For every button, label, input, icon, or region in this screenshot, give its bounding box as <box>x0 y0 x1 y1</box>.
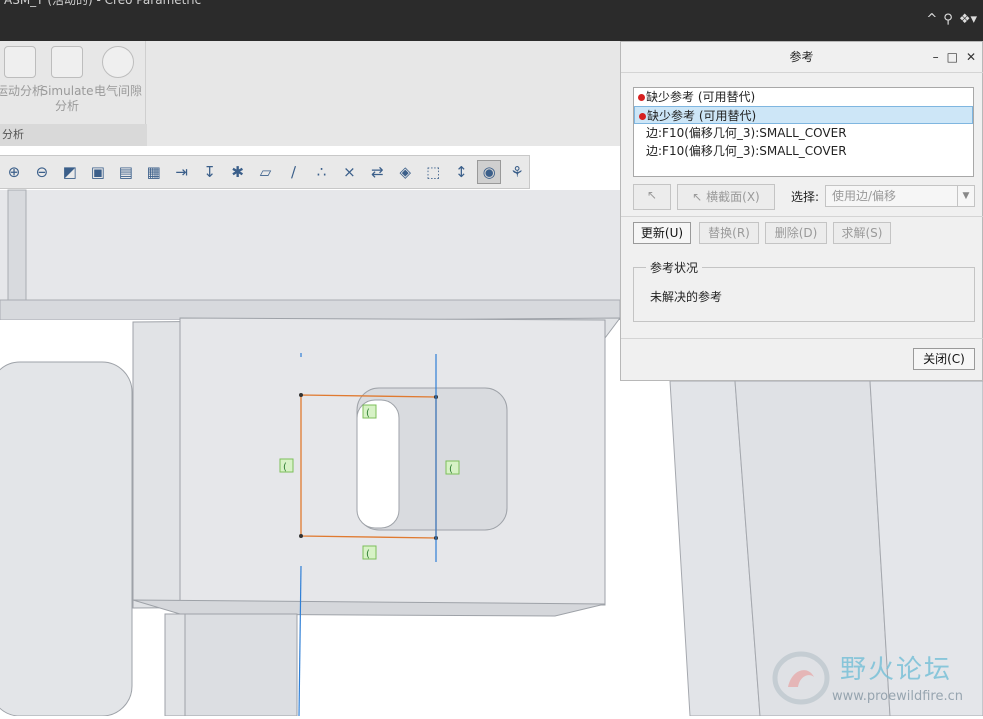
perspective-icon[interactable]: ⬚ <box>421 160 445 184</box>
footer-divider <box>621 338 983 339</box>
saved-views-icon[interactable]: ▤ <box>114 160 138 184</box>
gear-icon <box>4 46 36 78</box>
chevron-down-icon: ▼ <box>957 186 974 206</box>
constraint-marker: ( <box>279 458 294 473</box>
ribbon-label-electric-clearance: 电气间隙 <box>93 84 142 98</box>
sketch-display-icon[interactable]: ⚘ <box>505 160 529 184</box>
search-icon[interactable]: ⚲ <box>943 12 953 27</box>
select-label: 选择: <box>791 190 820 204</box>
close-icon[interactable]: ✕ <box>966 42 976 72</box>
collapse-ribbon-icon[interactable]: ^ <box>926 12 937 27</box>
point-display-icon[interactable]: ∴ <box>309 160 333 184</box>
datum-display-icon[interactable]: ✱ <box>226 160 250 184</box>
housing-top-surface <box>0 190 620 302</box>
list-item[interactable]: 边:F10(偏移几何_3):SMALL_COVER <box>634 124 973 142</box>
appearance-icon[interactable]: ⇥ <box>170 160 194 184</box>
status-group-label: 参考状况 <box>646 259 703 276</box>
electric-clearance-icon <box>102 46 134 78</box>
svg-text:(: ( <box>283 462 287 473</box>
header-divider <box>621 72 983 73</box>
axis-display-icon[interactable]: ∕ <box>282 160 306 184</box>
minimize-icon[interactable]: – <box>933 42 939 72</box>
window-title: ASM_T (活动的) - Creo Parametric <box>4 0 202 7</box>
constraint-marker: ( <box>362 404 377 419</box>
flame-logo-icon <box>772 651 830 705</box>
stand-leg <box>164 613 186 717</box>
sketch-vertex <box>299 534 303 538</box>
list-item-text: 缺少参考 (可用替代) <box>646 90 756 104</box>
constraint-marker: ( <box>362 545 377 560</box>
spin-center-icon[interactable]: ↧ <box>198 160 222 184</box>
view-orient-icon[interactable]: ▣ <box>86 160 110 184</box>
close-button[interactable]: 关闭(C) <box>913 348 975 370</box>
title-bar: ASM_T (活动的) - Creo Parametric ^ ⚲ ❖▾ <box>0 0 983 41</box>
watermark-title: 野火论坛 <box>840 655 953 685</box>
list-item-text: 边:F10(偏移几何_3):SMALL_COVER <box>646 126 847 140</box>
reference-display-icon[interactable]: ◉ <box>477 160 502 184</box>
cross-section-label: 横截面(X) <box>706 190 760 204</box>
slot-hole <box>356 399 400 529</box>
missing-reference-icon <box>638 94 645 101</box>
title-bar-controls: ^ ⚲ ❖▾ <box>926 12 977 27</box>
dimension-display-icon[interactable]: ↕ <box>449 160 473 184</box>
display-style-icon[interactable]: ▦ <box>142 160 166 184</box>
list-item[interactable]: 缺少参考 (可用替代) <box>634 88 973 106</box>
list-item-text: 边:F10(偏移几何_3):SMALL_COVER <box>646 144 847 158</box>
csys-display-icon[interactable]: ⨯ <box>337 160 361 184</box>
status-text: 未解决的参考 <box>650 290 723 304</box>
simulate-icon <box>51 46 83 78</box>
graphics-toolbar: ⊕ ⊖ ◩ ▣ ▤ ▦ ⇥ ↧ ✱ ▱ ∕ ∴ ⨯ ⇄ ◈ ⬚ ↕ ◉ ⚘ <box>0 155 530 189</box>
stand-block <box>184 613 298 717</box>
refit-icon[interactable]: ◩ <box>58 160 82 184</box>
cross-section-button[interactable]: ↖ 横截面(X) <box>677 184 775 210</box>
cursor-arrow-icon: ↖ <box>692 190 703 204</box>
constraint-marker: ( <box>445 460 460 475</box>
ribbon-group-label[interactable]: 分析 <box>0 124 147 146</box>
svg-text:(: ( <box>449 464 453 475</box>
zoom-out-icon[interactable]: ⊖ <box>30 160 54 184</box>
dialog-window-buttons: – □ ✕ <box>933 42 976 72</box>
left-block <box>0 361 133 717</box>
reference-list[interactable]: 缺少参考 (可用替代) 缺少参考 (可用替代) 边:F10(偏移几何_3):SM… <box>633 87 974 177</box>
svg-text:(: ( <box>366 549 370 560</box>
list-item-text: 缺少参考 (可用替代) <box>647 109 757 123</box>
delete-button[interactable]: 删除(D) <box>765 222 827 244</box>
maximize-icon[interactable]: □ <box>947 42 958 72</box>
pick-button[interactable]: ↖ <box>633 184 671 210</box>
list-item-selected[interactable]: 缺少参考 (可用替代) <box>634 106 973 124</box>
cursor-arrow-icon: ↖ <box>646 188 658 202</box>
help-icon[interactable]: ❖▾ <box>959 12 977 27</box>
dialog-header: 参考 – □ ✕ <box>621 42 982 72</box>
replace-button[interactable]: 替换(R) <box>699 222 759 244</box>
solve-button[interactable]: 求解(S) <box>833 222 891 244</box>
ribbon-button-electric-clearance[interactable]: 电气间隙 <box>88 46 148 99</box>
forum-watermark: 野火论坛 www.proewildfire.cn <box>770 645 980 713</box>
housing-post <box>7 189 27 301</box>
plane-display-icon[interactable]: ▱ <box>254 160 278 184</box>
watermark-url: www.proewildfire.cn <box>832 689 963 704</box>
reference-dialog: 参考 – □ ✕ 缺少参考 (可用替代) 缺少参考 (可用替代) 边:F10(偏… <box>620 41 983 381</box>
missing-reference-icon <box>639 113 646 120</box>
section-divider <box>621 216 983 217</box>
zoom-in-icon[interactable]: ⊕ <box>2 160 26 184</box>
ribbon: 运动分析 Simulate 分析 电气间隙 分析 <box>0 41 620 147</box>
sketch-vertex <box>299 393 303 397</box>
dialog-title: 参考 <box>789 50 814 64</box>
reference-status-group: 参考状况 未解决的参考 <box>633 259 975 322</box>
select-value: 使用边/偏移 <box>832 189 897 203</box>
list-item[interactable]: 边:F10(偏移几何_3):SMALL_COVER <box>634 142 973 160</box>
svg-text:(: ( <box>366 408 370 419</box>
select-dropdown[interactable]: 使用边/偏移 ▼ <box>825 185 975 207</box>
section-icon[interactable]: ◈ <box>393 160 417 184</box>
housing-ledge <box>0 299 621 321</box>
update-button[interactable]: 更新(U) <box>633 222 691 244</box>
annotation-display-icon[interactable]: ⇄ <box>365 160 389 184</box>
